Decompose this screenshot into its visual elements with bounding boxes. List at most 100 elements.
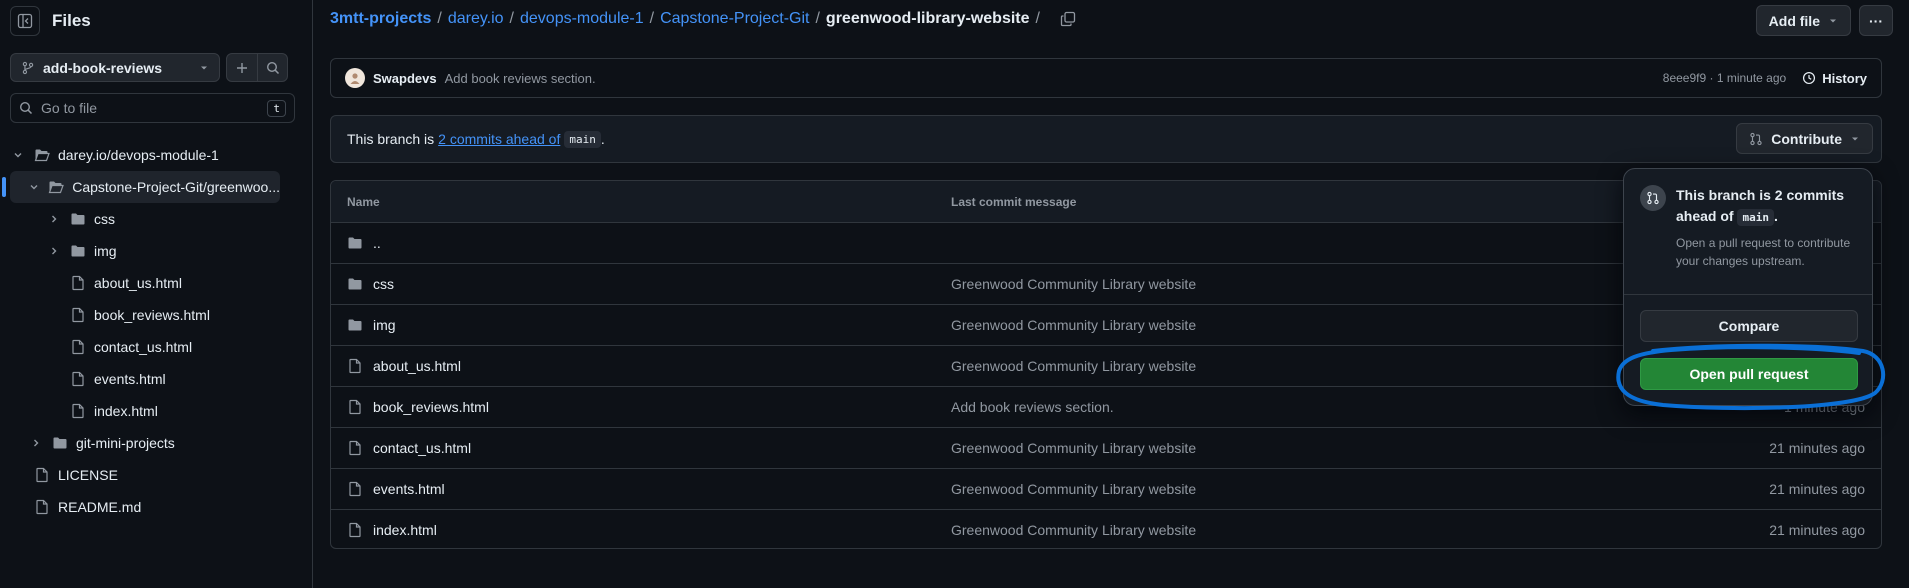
chevron-right-icon[interactable]: [46, 213, 62, 225]
popover-text: This branch is 2 commits ahead of main. …: [1676, 185, 1858, 280]
breadcrumb-link[interactable]: Capstone-Project-Git: [660, 10, 809, 28]
commit-message-link[interactable]: Greenwood Community Library website: [951, 358, 1681, 374]
file-name-link[interactable]: ..: [373, 235, 381, 251]
tree-item-label: index.html: [94, 403, 158, 419]
branch-selector[interactable]: add-book-reviews: [10, 53, 220, 82]
contribute-label: Contribute: [1771, 130, 1842, 147]
commit-message-link[interactable]: Greenwood Community Library website: [951, 481, 1681, 497]
file-name-cell: img: [331, 317, 951, 333]
file-name-link[interactable]: book_reviews.html: [373, 399, 489, 415]
breadcrumb-link[interactable]: darey.io: [448, 10, 504, 28]
tree-item-label: Capstone-Project-Git/greenwoo...: [72, 179, 280, 195]
file-name-link[interactable]: events.html: [373, 481, 445, 497]
file-name-cell: events.html: [331, 481, 951, 497]
commit-message[interactable]: Add book reviews section.: [445, 71, 596, 86]
tree-file-item[interactable]: README.md: [0, 491, 312, 523]
avatar[interactable]: [345, 68, 365, 88]
file-name-cell: about_us.html: [331, 358, 951, 374]
chevron-down-icon[interactable]: [28, 181, 40, 193]
file-icon: [347, 399, 363, 415]
go-to-file-field[interactable]: t: [10, 93, 295, 123]
folder-icon: [347, 317, 363, 333]
commits-ahead-link[interactable]: 2 commits ahead of: [438, 131, 560, 147]
breadcrumb-current: greenwood-library-website: [825, 10, 1030, 27]
more-options-button[interactable]: ···: [1859, 5, 1893, 36]
popover-title: This branch is 2 commits ahead of main.: [1676, 185, 1858, 228]
tree-file-item[interactable]: index.html: [0, 395, 312, 427]
open-pull-request-button[interactable]: Open pull request: [1640, 358, 1858, 390]
search-files-button[interactable]: [257, 54, 287, 81]
go-to-file-input[interactable]: [41, 100, 260, 116]
tree-folder-item[interactable]: git-mini-projects: [0, 427, 312, 459]
copy-path-button[interactable]: [1060, 11, 1076, 27]
compare-button[interactable]: Compare: [1640, 310, 1858, 342]
file-name-link[interactable]: about_us.html: [373, 358, 461, 374]
collapse-sidebar-button[interactable]: [10, 6, 40, 36]
contribute-popover: This branch is 2 commits ahead of main. …: [1623, 168, 1873, 406]
tree-item-label: README.md: [58, 499, 142, 515]
keyboard-shortcut-hint: t: [267, 99, 286, 117]
file-name-link[interactable]: index.html: [373, 522, 437, 538]
file-name-cell: contact_us.html: [331, 440, 951, 456]
breadcrumb: 3mtt-projects / darey.io / devops-module…: [330, 10, 1076, 28]
file-tree: darey.io/devops-module-1 Capstone-Project…: [0, 139, 312, 523]
table-row[interactable]: index.html Greenwood Community Library we…: [331, 509, 1881, 548]
tree-file-item[interactable]: LICENSE: [0, 459, 312, 491]
tree-item-label: git-mini-projects: [76, 435, 175, 451]
tree-folder-item[interactable]: css: [0, 203, 312, 235]
popover-base-branch: main: [1737, 209, 1774, 226]
commit-date: 21 minutes ago: [1769, 522, 1865, 538]
commit-message-link[interactable]: Greenwood Community Library website: [951, 522, 1681, 538]
commit-message-link[interactable]: Greenwood Community Library website: [951, 440, 1681, 456]
git-pull-request-icon: [1749, 132, 1763, 146]
tree-folder-item[interactable]: Capstone-Project-Git/greenwoo...: [2, 171, 280, 203]
tree-file-item[interactable]: events.html: [0, 363, 312, 395]
breadcrumb-link[interactable]: devops-module-1: [520, 10, 644, 28]
file-name-link[interactable]: contact_us.html: [373, 440, 471, 456]
file-icon: [347, 440, 363, 456]
commit-date: 21 minutes ago: [1769, 481, 1865, 497]
breadcrumb-separator: /: [437, 10, 442, 27]
app: Files add-book-reviews Go to file t dare…: [0, 0, 1909, 588]
base-branch-code[interactable]: main: [564, 130, 601, 148]
tree-file-item[interactable]: contact_us.html: [0, 331, 312, 363]
file-icon: [70, 307, 86, 323]
tree-file-item[interactable]: book_reviews.html: [0, 299, 312, 331]
breadcrumb-separator: /: [649, 10, 655, 27]
ahead-prefix: This branch is: [347, 131, 435, 147]
file-name-link[interactable]: img: [373, 317, 396, 333]
file-name-link[interactable]: css: [373, 276, 394, 292]
file-name-cell: book_reviews.html: [331, 399, 951, 415]
commit-author[interactable]: Swapdevs: [373, 71, 437, 86]
add-file-dropdown-button[interactable]: Add file: [1755, 5, 1851, 36]
file-icon: [347, 358, 363, 374]
history-link[interactable]: History: [1802, 71, 1867, 86]
file-name-cell: ..: [331, 235, 951, 251]
commit-meta[interactable]: 8eee9f9 · 1 minute ago: [1663, 71, 1786, 85]
chevron-down-icon[interactable]: [10, 149, 26, 161]
chevron-down-icon: [199, 63, 209, 73]
file-icon: [70, 371, 86, 387]
tree-folder-item[interactable]: img: [0, 235, 312, 267]
commit-message-link[interactable]: Add book reviews section.: [951, 399, 1681, 415]
tree-actions: [226, 53, 288, 82]
tree-file-item[interactable]: about_us.html: [0, 267, 312, 299]
commit-message-link[interactable]: Greenwood Community Library website: [951, 276, 1681, 292]
breadcrumb-separator: /: [815, 10, 820, 27]
breadcrumb-owner-link[interactable]: 3mtt-projects: [330, 10, 431, 28]
file-icon: [347, 481, 363, 497]
chevron-right-icon[interactable]: [46, 245, 62, 257]
sidebar-collapse-icon: [17, 13, 33, 29]
tree-item-label: about_us.html: [94, 275, 182, 291]
tree-folder-item[interactable]: darey.io/devops-module-1: [0, 139, 312, 171]
chevron-right-icon[interactable]: [28, 437, 44, 449]
message-column-header: Last commit message: [951, 194, 1077, 209]
folder-icon: [347, 235, 363, 251]
commit-message-link[interactable]: Greenwood Community Library website: [951, 317, 1681, 333]
add-file-button[interactable]: [227, 54, 257, 81]
table-row[interactable]: contact_us.html Greenwood Community Libra…: [331, 427, 1881, 468]
tree-item-label: LICENSE: [58, 467, 118, 483]
branch-controls: add-book-reviews: [10, 53, 288, 82]
table-row[interactable]: events.html Greenwood Community Library w…: [331, 468, 1881, 509]
contribute-button[interactable]: Contribute: [1736, 123, 1873, 154]
